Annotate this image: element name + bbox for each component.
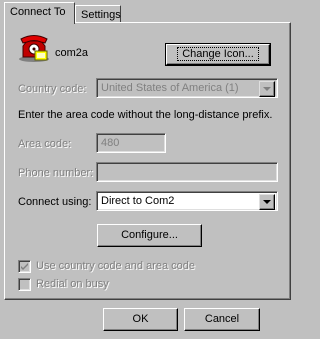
- ok-button[interactable]: OK: [103, 308, 178, 331]
- instructions-text: Enter the area code without the long-dis…: [18, 109, 273, 121]
- phone-number-label: Phone number:: [18, 167, 94, 179]
- country-code-select[interactable]: United States of America (1): [96, 78, 278, 98]
- use-country-code-label: Use country code and area code: [36, 260, 195, 272]
- connection-name: com2a: [55, 47, 89, 59]
- phone-number-field[interactable]: [96, 162, 278, 182]
- country-code-label: Country code:: [18, 83, 87, 95]
- connect-using-dropdown-button[interactable]: [259, 194, 275, 210]
- country-code-value: United States of America (1): [101, 82, 239, 94]
- configure-button[interactable]: Configure...: [97, 224, 202, 247]
- country-code-dropdown-button[interactable]: [259, 81, 275, 97]
- area-code-field[interactable]: 480: [96, 133, 166, 153]
- ok-button-label: OK: [132, 313, 149, 325]
- tab-connect-to[interactable]: Connect To: [4, 2, 75, 24]
- tab-settings[interactable]: Settings: [75, 5, 121, 22]
- checkmark-icon: [21, 263, 28, 270]
- change-icon-button-label: Change Icon...: [177, 47, 259, 61]
- cancel-button[interactable]: Cancel: [184, 308, 260, 331]
- use-country-code-checkbox[interactable]: [18, 260, 31, 273]
- tab-connect-to-label: Connect To: [10, 6, 66, 18]
- cancel-button-label: Cancel: [204, 313, 240, 325]
- change-icon-button[interactable]: Change Icon...: [165, 43, 271, 66]
- connect-using-select[interactable]: Direct to Com2: [96, 191, 278, 211]
- redial-on-busy-checkbox[interactable]: [18, 278, 31, 291]
- configure-button-label: Configure...: [121, 229, 178, 241]
- connect-using-label: Connect using:: [18, 196, 92, 208]
- redial-on-busy-label: Redial on busy: [36, 278, 109, 290]
- area-code-value: 480: [101, 137, 120, 149]
- tab-settings-label: Settings: [81, 9, 121, 21]
- telephone-icon: [17, 33, 51, 63]
- chevron-down-icon: [263, 200, 271, 204]
- connect-using-value: Direct to Com2: [101, 195, 175, 207]
- area-code-label: Area code:: [18, 138, 72, 150]
- chevron-down-icon: [263, 87, 271, 91]
